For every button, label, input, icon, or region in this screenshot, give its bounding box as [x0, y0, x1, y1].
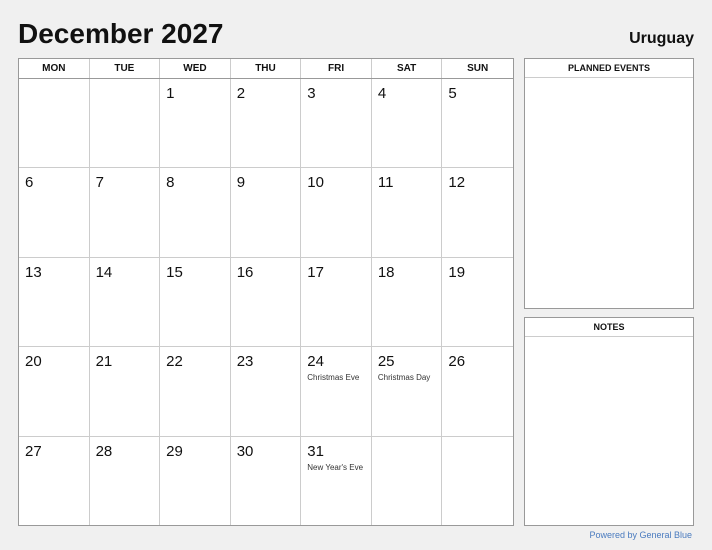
calendar-cell: 3 [301, 79, 372, 167]
calendar-body: 123456789101112131415161718192021222324C… [19, 79, 513, 525]
calendar-cell: 14 [90, 258, 161, 346]
calendar-cell: 12 [442, 168, 513, 256]
day-number: 7 [96, 174, 104, 192]
calendar-row: 13 14 15 16 17 18 19 [19, 258, 513, 347]
calendar-cell: 8 [160, 168, 231, 256]
day-number: 5 [448, 85, 456, 103]
powered-by-text: Powered by General Blue [589, 530, 692, 540]
calendar-section: MONTUEWEDTHUFRISATSUN 123456789101112131… [18, 58, 514, 526]
day-number: 6 [25, 174, 33, 192]
day-number: 28 [96, 443, 113, 461]
day-number: 4 [378, 85, 386, 103]
calendar-row: 27 28 29 30 31 New Year's Eve [19, 437, 513, 525]
calendar-cell: 15 [160, 258, 231, 346]
calendar-cell: 11 [372, 168, 443, 256]
calendar-row: 6 7 8 9 10 11 12 [19, 168, 513, 257]
calendar-cell: 9 [231, 168, 302, 256]
calendar-cell: 27 [19, 437, 90, 525]
day-number: 17 [307, 264, 324, 282]
weekday-header: FRI [301, 59, 372, 78]
event-label: Christmas Day [378, 373, 430, 383]
calendar-cell: 28 [90, 437, 161, 525]
day-number: 24 [307, 353, 324, 371]
weekday-header: THU [231, 59, 302, 78]
top-header: December 2027 Uruguay [18, 18, 694, 50]
calendar-cell: 2 [231, 79, 302, 167]
event-label: Christmas Eve [307, 373, 359, 383]
calendar-row: 20 21 22 23 24 Christmas Eve 25 Christmas Day 26 [19, 347, 513, 436]
calendar-cell: 20 [19, 347, 90, 435]
calendar-cell: 16 [231, 258, 302, 346]
calendar-cell: 25 Christmas Day [372, 347, 443, 435]
day-number: 2 [237, 85, 245, 103]
main-area: MONTUEWEDTHUFRISATSUN 123456789101112131… [18, 58, 694, 526]
calendar-cell [372, 437, 443, 525]
day-number: 22 [166, 353, 183, 371]
calendar-cell: 23 [231, 347, 302, 435]
day-number: 12 [448, 174, 465, 192]
calendar-cell: 30 [231, 437, 302, 525]
calendar-cell [19, 79, 90, 167]
day-number: 3 [307, 85, 315, 103]
calendar-cell [90, 79, 161, 167]
calendar-cell: 10 [301, 168, 372, 256]
day-number: 18 [378, 264, 395, 282]
planned-events-box: PLANNED EVENTS [524, 58, 694, 309]
weekday-header: TUE [90, 59, 161, 78]
country-title: Uruguay [629, 30, 694, 48]
powered-by-footer: Powered by General Blue [18, 530, 694, 540]
weekday-header: SAT [372, 59, 443, 78]
day-number: 21 [96, 353, 113, 371]
day-number: 13 [25, 264, 42, 282]
day-number: 30 [237, 443, 254, 461]
calendar-cell: 29 [160, 437, 231, 525]
day-number: 10 [307, 174, 324, 192]
calendar-cell: 13 [19, 258, 90, 346]
planned-events-title: PLANNED EVENTS [525, 59, 693, 78]
calendar-cell: 17 [301, 258, 372, 346]
notes-box: NOTES [524, 317, 694, 526]
day-number: 31 [307, 443, 324, 461]
day-number: 29 [166, 443, 183, 461]
calendar-cell: 18 [372, 258, 443, 346]
day-number: 14 [96, 264, 113, 282]
calendar-cell: 31 New Year's Eve [301, 437, 372, 525]
day-number: 1 [166, 85, 174, 103]
day-number: 23 [237, 353, 254, 371]
calendar-cell: 1 [160, 79, 231, 167]
calendar-header-row: MONTUEWEDTHUFRISATSUN [19, 59, 513, 79]
planned-events-content [525, 78, 693, 308]
day-number: 8 [166, 174, 174, 192]
calendar-cell: 26 [442, 347, 513, 435]
calendar-cell: 19 [442, 258, 513, 346]
weekday-header: MON [19, 59, 90, 78]
weekday-header: SUN [442, 59, 513, 78]
calendar-row: 1 2 3 4 5 [19, 79, 513, 168]
day-number: 9 [237, 174, 245, 192]
day-number: 25 [378, 353, 395, 371]
day-number: 20 [25, 353, 42, 371]
calendar-cell [442, 437, 513, 525]
calendar-cell: 22 [160, 347, 231, 435]
calendar-page: December 2027 Uruguay MONTUEWEDTHUFRISAT… [0, 0, 712, 550]
calendar-cell: 5 [442, 79, 513, 167]
calendar-cell: 24 Christmas Eve [301, 347, 372, 435]
calendar-cell: 7 [90, 168, 161, 256]
event-label: New Year's Eve [307, 463, 363, 473]
day-number: 19 [448, 264, 465, 282]
sidebar: PLANNED EVENTS NOTES [524, 58, 694, 526]
month-title: December 2027 [18, 18, 223, 50]
day-number: 11 [378, 174, 394, 192]
weekday-header: WED [160, 59, 231, 78]
calendar-cell: 6 [19, 168, 90, 256]
calendar-cell: 21 [90, 347, 161, 435]
day-number: 26 [448, 353, 465, 371]
calendar-cell: 4 [372, 79, 443, 167]
day-number: 15 [166, 264, 183, 282]
day-number: 16 [237, 264, 254, 282]
notes-title: NOTES [525, 318, 693, 337]
day-number: 27 [25, 443, 42, 461]
notes-content [525, 337, 693, 525]
